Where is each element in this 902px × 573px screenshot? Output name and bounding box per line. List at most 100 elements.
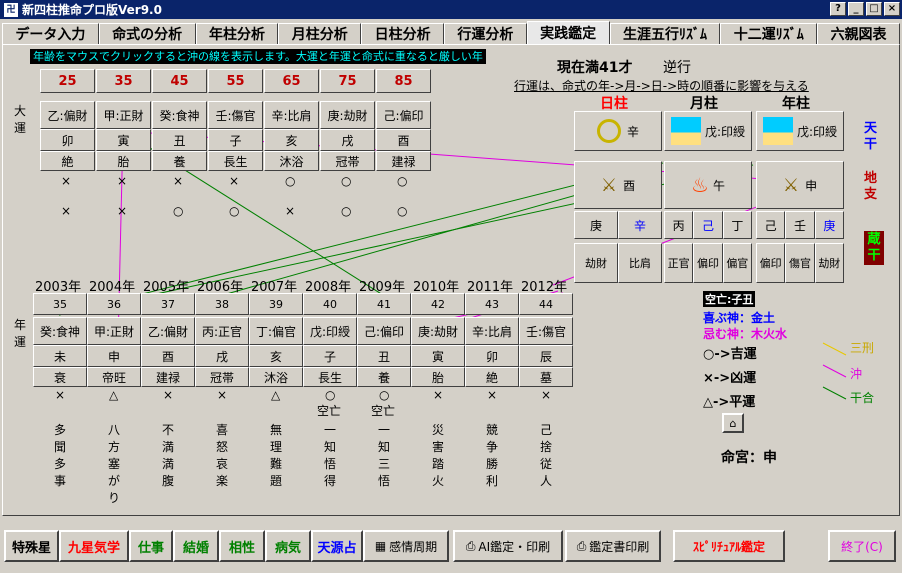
pillar-zokan-tsu: 正官: [664, 243, 694, 283]
daiun-shi: 丑: [152, 129, 207, 151]
nenun-unsei: 沐浴: [249, 367, 303, 387]
tab-getchu[interactable]: 月柱分析: [278, 23, 362, 45]
help-button[interactable]: ?: [830, 2, 846, 16]
shigoto-button[interactable]: 仕事: [129, 530, 173, 562]
nenun-desc: 喜怒哀楽: [215, 423, 228, 488]
nenun-unsei: 衰: [33, 367, 87, 387]
current-age: 現在満41才: [557, 60, 633, 76]
legend-kango-line: [822, 386, 847, 400]
pillar-kan-label: 戊:印綬: [704, 124, 746, 139]
window-title: 新四柱推命プロ版Ver9.0: [22, 3, 162, 17]
daiun-mark-2: ×: [117, 204, 128, 218]
tab-nitchu[interactable]: 日柱分析: [361, 23, 444, 45]
nenun-desc: 不満満腹: [161, 423, 174, 488]
pillar-zokan: 辛: [618, 211, 662, 239]
tab-gogyo-rhythm[interactable]: 生涯五行ﾘｽﾞﾑ: [609, 23, 721, 45]
nenun-age-button[interactable]: 41: [357, 293, 411, 315]
nenun-age-button[interactable]: 35: [33, 293, 87, 315]
nenun-mark: ○: [379, 388, 390, 402]
daiun-mark-2: ○: [229, 204, 240, 218]
daiun-age-button[interactable]: 45: [152, 69, 207, 93]
direction: 逆行: [663, 60, 691, 76]
kanjo-shuki-label: 感情周期: [389, 539, 438, 554]
tab-nenchu[interactable]: 年柱分析: [195, 23, 279, 45]
daiun-mark-1: ○: [285, 174, 296, 188]
nenun-age-button[interactable]: 40: [303, 293, 357, 315]
nenun-shi: 申: [87, 345, 141, 367]
tab-juniun-rhythm[interactable]: 十二運ﾘｽﾞﾑ: [720, 23, 818, 45]
nenun-age-button[interactable]: 44: [519, 293, 573, 315]
kanjo-shuki-button[interactable]: ▦ 感情周期: [363, 530, 449, 562]
title-bar: 卍 新四柱推命プロ版Ver9.0 ? _ □ ×: [0, 0, 902, 19]
pillar-shi: ♨ 午: [664, 161, 752, 209]
daiun-mark-2: ×: [61, 204, 72, 218]
nenun-unsei: 建禄: [141, 367, 195, 387]
yorokobu-gods: 喜ぶ神：金土: [703, 311, 776, 325]
ai-kantei-button[interactable]: ⎙ AI鑑定・印刷: [453, 530, 563, 562]
tab-jissen[interactable]: 実践鑑定: [526, 21, 610, 45]
pillar-kan: 辛: [574, 111, 662, 151]
pillar-header: 月柱: [690, 96, 718, 112]
nenun-shi: 丑: [357, 345, 411, 367]
aisho-button[interactable]: 相性: [219, 530, 265, 562]
daiun-age-button[interactable]: 25: [40, 69, 95, 93]
tab-data-input[interactable]: データ入力: [2, 23, 99, 45]
kanteisho-button[interactable]: ⎙ 鑑定書印刷: [565, 530, 661, 562]
pillar-zokan: 庚: [574, 211, 618, 239]
kubou-title: 空亡:子丑: [703, 291, 756, 307]
daiun-age-button[interactable]: 85: [376, 69, 431, 93]
nenun-kan: 庚:劫財: [411, 317, 465, 345]
legend-chu-line: [822, 364, 847, 378]
tab-rokushin[interactable]: 六親図表: [817, 23, 900, 45]
nenun-age-button[interactable]: 39: [249, 293, 303, 315]
daiun-age-button[interactable]: 65: [264, 69, 319, 93]
pillar-zokan-tsu: 偏印: [756, 243, 786, 283]
daiun-kan: 庚:劫財: [320, 101, 375, 129]
legend-sankei-line: [822, 342, 847, 356]
nenun-age-button[interactable]: 43: [465, 293, 519, 315]
daiun-age-button[interactable]: 75: [320, 69, 375, 93]
nenun-unsei: 養: [357, 367, 411, 387]
nenun-shi: 戌: [195, 345, 249, 367]
nenun-age-button[interactable]: 38: [195, 293, 249, 315]
meikyu-icon[interactable]: ⌂: [722, 413, 744, 433]
nenun-kan: 辛:比肩: [465, 317, 519, 345]
maximize-button[interactable]: □: [866, 2, 882, 16]
byoki-button[interactable]: 病気: [265, 530, 311, 562]
nenun-desc: 無理難題: [269, 423, 282, 488]
kyusei-button[interactable]: 九星気学: [59, 530, 129, 562]
nenun-mark: ×: [487, 388, 498, 402]
nenun-age-button[interactable]: 37: [141, 293, 195, 315]
exit-button[interactable]: 終了(C): [828, 530, 896, 562]
tokushusei-button[interactable]: 特殊星: [4, 530, 59, 562]
tengen-button[interactable]: 天源占: [311, 530, 363, 562]
tab-meishiki[interactable]: 命式の分析: [98, 23, 196, 45]
legend-kichi: ○->吉運: [703, 347, 757, 362]
nenun-mark: ×: [163, 388, 174, 402]
ring-icon: [596, 119, 621, 143]
nenun-age-button[interactable]: 36: [87, 293, 141, 315]
pillar-zokan-tsu: 劫財: [574, 243, 618, 283]
pillar-shi-label: 申: [805, 178, 818, 193]
minimize-button[interactable]: _: [848, 2, 864, 16]
daiun-shi: 寅: [96, 129, 151, 151]
daiun-age-button[interactable]: 35: [96, 69, 151, 93]
daiun-age-button[interactable]: 55: [208, 69, 263, 93]
legend-kyou: ×->凶運: [703, 371, 757, 386]
pillar-zokan: 壬: [785, 211, 815, 239]
daiun-kan: 己:偏印: [376, 101, 431, 129]
nenun-kan: 乙:偏財: [141, 317, 195, 345]
daiun-kan: 乙:偏財: [40, 101, 95, 129]
tab-gyoun[interactable]: 行運分析: [443, 23, 527, 45]
nenun-kan: 戊:印綬: [303, 317, 357, 345]
spiritual-button[interactable]: ｽﾋﾟﾘﾁｭｱﾙ鑑定: [673, 530, 785, 562]
close-button[interactable]: ×: [884, 2, 900, 16]
nenun-unsei: 帝旺: [87, 367, 141, 387]
nenun-age-button[interactable]: 42: [411, 293, 465, 315]
kekkon-button[interactable]: 結婚: [173, 530, 219, 562]
nenun-desc: 八方塞がり: [107, 423, 120, 505]
pillar-shi: ⚔ 申: [756, 161, 844, 209]
main-panel: 年齢をマウスでクリックすると沖の線を表示します。大運と年運と命式に重なると厳しい…: [2, 44, 900, 516]
sword-icon: ⚔: [782, 174, 800, 196]
printer-icon: ⎙: [465, 538, 476, 553]
